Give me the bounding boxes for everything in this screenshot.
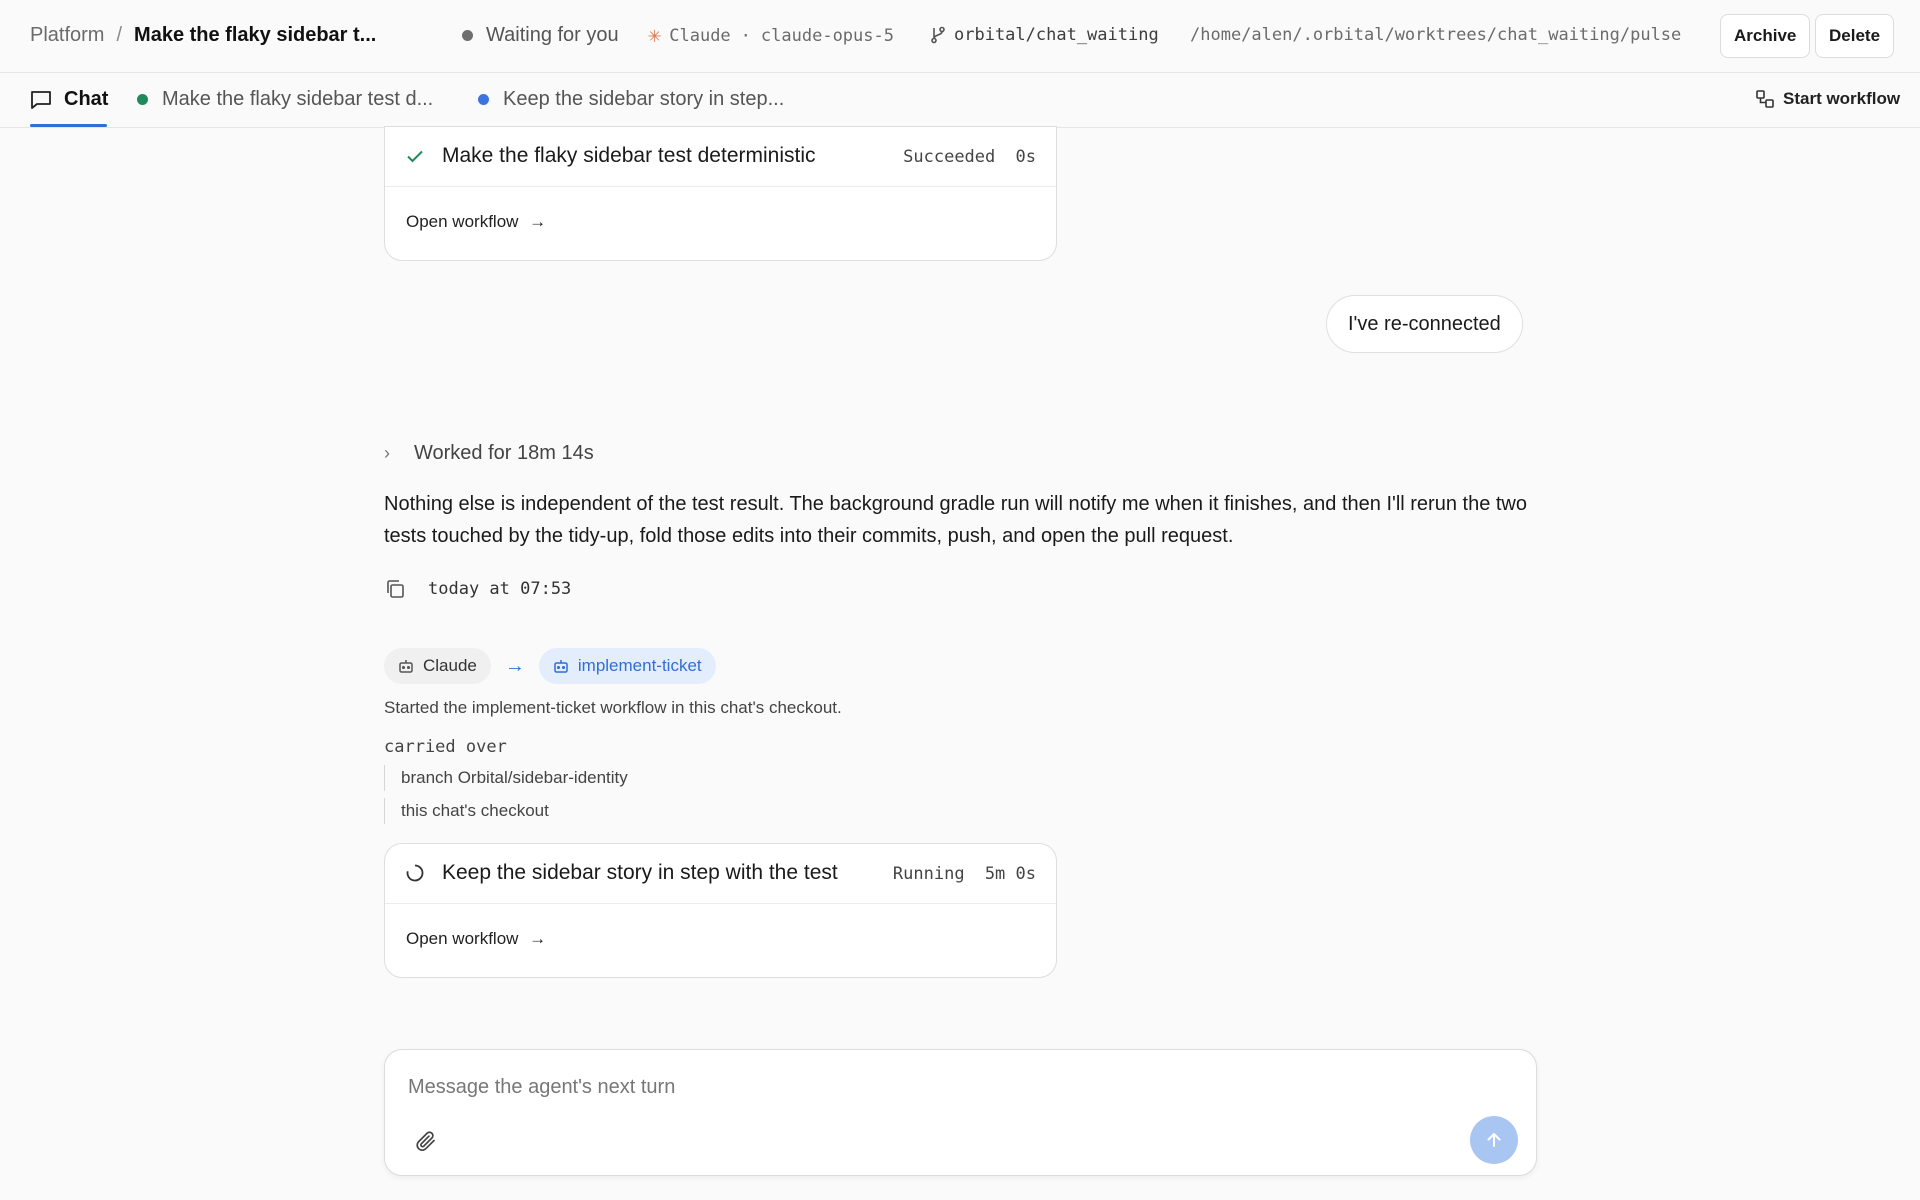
- agent-info: ✳ Claude · claude-opus-5: [648, 25, 894, 47]
- workflow-card-header: Make the flaky sidebar test deterministi…: [385, 127, 1056, 187]
- branch-info: orbital/chat_waiting: [930, 25, 1159, 45]
- handoff-description: Started the implement-ticket workflow in…: [384, 698, 842, 717]
- delete-button[interactable]: Delete: [1815, 14, 1895, 58]
- archive-button[interactable]: Archive: [1720, 14, 1811, 58]
- chat-bubble-icon: [31, 90, 51, 109]
- robot-icon: [554, 660, 568, 673]
- workflow-state: Succeeded: [903, 147, 996, 167]
- open-workflow-link[interactable]: Open workflow →: [406, 212, 546, 232]
- worked-duration-toggle[interactable]: › Worked for 18m 14s: [384, 442, 594, 465]
- breadcrumb-root[interactable]: Platform: [30, 24, 104, 47]
- tab-workflow-2-label: Keep the sidebar story in step...: [503, 88, 785, 110]
- agent-name: Claude: [669, 26, 731, 46]
- top-bar: Platform / Make the flaky sidebar t... W…: [0, 0, 1920, 73]
- workflow-status: Succeeded 0s: [903, 147, 1036, 167]
- carried-over-label: carried over: [384, 737, 507, 757]
- agent-chip: Claude: [384, 648, 491, 684]
- arrow-right-icon: →: [504, 654, 525, 677]
- page-title: Make the flaky sidebar t...: [134, 24, 377, 46]
- message-input[interactable]: [408, 1072, 1508, 1102]
- workflow-card: Keep the sidebar story in step with the …: [384, 843, 1057, 978]
- check-icon: [407, 150, 423, 163]
- start-workflow-label: Start workflow: [1783, 89, 1901, 108]
- open-workflow-label: Open workflow: [406, 929, 519, 948]
- arrow-right-icon: →: [529, 929, 547, 948]
- status-text: Waiting for you: [486, 24, 619, 46]
- tab-chat[interactable]: Chat: [30, 88, 108, 111]
- carried-item: branch Orbital/sidebar-identity: [384, 765, 628, 791]
- tabs-bar: Chat Make the flaky sidebar test d... Ke…: [0, 73, 1920, 128]
- robot-icon: [399, 660, 413, 673]
- git-branch-icon: [931, 26, 945, 44]
- spinner-icon: [406, 864, 424, 882]
- handoff-row: Claude → implement-ticket: [384, 648, 716, 684]
- carried-item: this chat's checkout: [384, 798, 549, 824]
- copy-icon[interactable]: [384, 578, 406, 600]
- status-badge: Waiting for you: [462, 24, 619, 47]
- workflow-card: Make the flaky sidebar test deterministi…: [384, 126, 1057, 261]
- agent-separator: ·: [740, 26, 751, 46]
- workflow-icon: [1756, 90, 1774, 108]
- chevron-right-icon: ›: [384, 443, 390, 463]
- workflow-card-header: Keep the sidebar story in step with the …: [385, 844, 1056, 904]
- worktree-path: /home/alen/.orbital/worktrees/chat_waiti…: [1190, 25, 1682, 45]
- workflow-duration: 5m 0s: [984, 864, 1036, 884]
- workflow-name: Make the flaky sidebar test deterministi…: [442, 144, 816, 167]
- workflow-chip[interactable]: implement-ticket: [538, 648, 716, 684]
- breadcrumb-separator: /: [116, 24, 123, 46]
- tab-workflow-2[interactable]: Keep the sidebar story in step...: [478, 88, 784, 111]
- tab-workflow-1-label: Make the flaky sidebar test d...: [162, 88, 434, 110]
- workflow-status: Running 5m 0s: [893, 864, 1036, 884]
- message-meta: today at 07:53: [384, 578, 571, 600]
- assistant-message: Nothing else is independent of the test …: [384, 493, 1527, 547]
- workflow-state: Running: [892, 864, 965, 884]
- open-workflow-label: Open workflow: [406, 212, 519, 231]
- tab-workflow-1[interactable]: Make the flaky sidebar test d...: [137, 88, 433, 111]
- agent-chip-label: Claude: [423, 656, 477, 675]
- success-dot-icon: [137, 94, 148, 105]
- user-message: I've re-connected: [1326, 295, 1523, 353]
- message-composer: [384, 1049, 1537, 1176]
- workflow-chip-label: implement-ticket: [577, 656, 702, 675]
- arrow-right-icon: →: [529, 212, 547, 231]
- workflow-duration: 0s: [1015, 147, 1036, 167]
- active-tab-indicator: [30, 124, 107, 127]
- claude-logo-icon: ✳: [648, 23, 662, 48]
- paperclip-icon[interactable]: [414, 1129, 438, 1153]
- workflow-name: Keep the sidebar story in step with the …: [442, 861, 838, 884]
- breadcrumb: Platform / Make the flaky sidebar t...: [30, 24, 376, 47]
- branch-name: orbital/chat_waiting: [954, 25, 1159, 45]
- message-timestamp: today at 07:53: [428, 579, 572, 599]
- running-dot-icon: [478, 94, 489, 105]
- status-dot-icon: [462, 30, 473, 41]
- arrow-up-icon: [1487, 1132, 1501, 1147]
- model-name: claude-opus-5: [760, 26, 894, 46]
- open-workflow-link[interactable]: Open workflow →: [406, 929, 546, 949]
- send-button[interactable]: [1470, 1116, 1518, 1164]
- worked-label: Worked for 18m 14s: [414, 442, 594, 464]
- start-workflow-button[interactable]: Start workflow: [1755, 89, 1900, 109]
- tab-chat-label: Chat: [64, 88, 109, 110]
